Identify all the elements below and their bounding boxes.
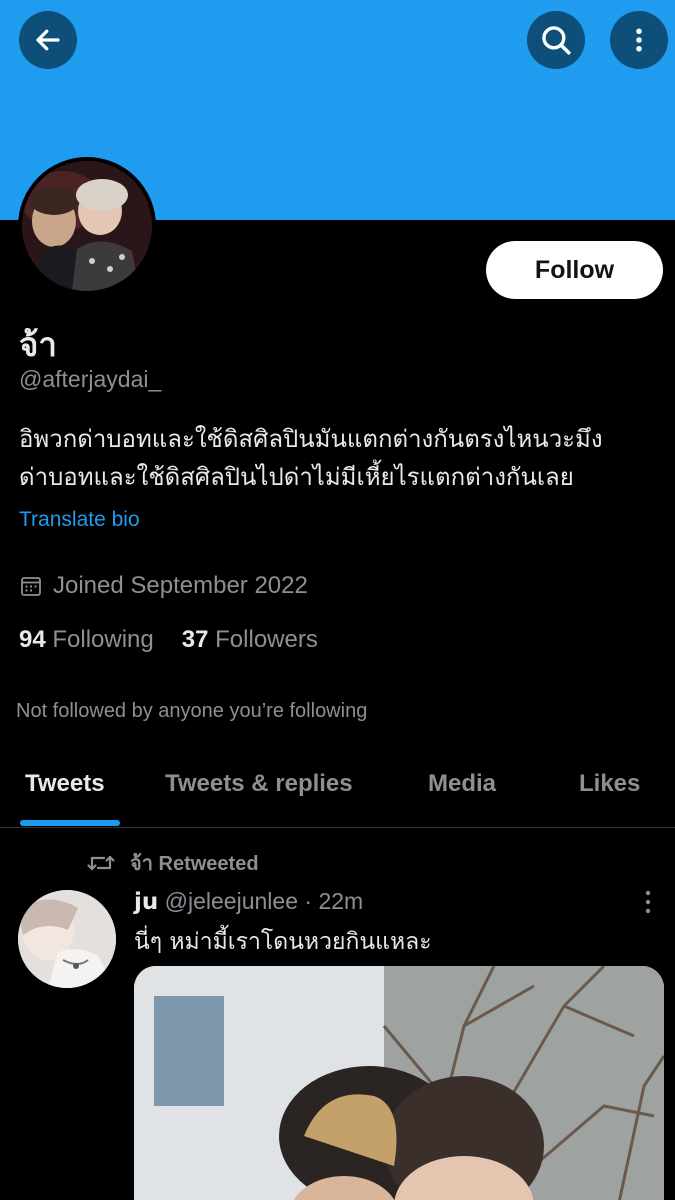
following-label: Following: [52, 626, 154, 653]
calendar-icon: [21, 577, 41, 596]
search-icon: [542, 26, 571, 55]
tweet-media-image[interactable]: [134, 966, 664, 1200]
joined-date: Joined September 2022: [19, 572, 308, 600]
back-button[interactable]: [19, 11, 77, 69]
tweet-time[interactable]: 22m: [318, 888, 363, 914]
tweet-header: ju @jeleejunlee · 22m: [134, 888, 363, 915]
tweet-author-name[interactable]: ju: [134, 889, 158, 915]
tweet-text: นี่ๆ หม่ามี้เราโดนหวยกินแหละ: [134, 929, 432, 955]
more-vertical-icon: [636, 28, 642, 52]
profile-tabs: Tweets Tweets & replies Media Likes: [0, 748, 675, 828]
tweet-avatar-photo: [18, 890, 116, 988]
retweet-icon: [87, 855, 115, 871]
tweet-author-avatar[interactable]: [18, 890, 116, 988]
retweet-context: จ้า Retweeted: [86, 847, 259, 879]
tweet-more-button[interactable]: [638, 888, 658, 916]
tweet-author-handle[interactable]: @jeleejunlee: [165, 888, 298, 914]
follow-button[interactable]: Follow: [486, 241, 663, 299]
following-link[interactable]: 94 Following: [19, 626, 154, 654]
followers-count: 37: [181, 626, 209, 653]
display-name: จ้า: [19, 325, 57, 364]
more-vertical-icon: [645, 890, 651, 914]
tweet-media-photo: [134, 966, 664, 1200]
bio-line: อิพวกด่าบอทและใช้ดิสศิลปินมันแตกต่างกันต…: [19, 425, 603, 453]
joined-text: Joined September 2022: [53, 572, 308, 599]
retweet-label: จ้า Retweeted: [130, 853, 259, 875]
profile-avatar[interactable]: [18, 157, 156, 295]
followers-label: Followers: [215, 626, 318, 653]
tab-media[interactable]: Media: [428, 770, 496, 798]
arrow-left-icon: [36, 29, 60, 51]
active-tab-indicator: [20, 820, 120, 826]
profile-handle: @afterjaydai_: [19, 366, 162, 392]
bio-line: ด่าบอทและใช้ดิสศิลปินไปด่าไม่มีเหี้ยไรแต…: [19, 463, 574, 491]
search-button[interactable]: [527, 11, 585, 69]
tab-tweets-replies[interactable]: Tweets & replies: [165, 770, 353, 798]
followers-link[interactable]: 37 Followers: [182, 626, 318, 654]
tab-tweets[interactable]: Tweets: [25, 770, 105, 798]
profile-bio: อิพวกด่าบอทและใช้ดิสศิลปินมันแตกต่างกันต…: [19, 420, 659, 496]
following-count: 94: [19, 626, 46, 653]
profile-stats: 94 Following 37 Followers: [19, 626, 318, 654]
tab-likes[interactable]: Likes: [579, 770, 640, 798]
tweet-separator: ·: [304, 888, 313, 914]
more-options-button[interactable]: [610, 11, 668, 69]
avatar-photo: [22, 161, 152, 291]
translate-bio-link[interactable]: Translate bio: [19, 508, 140, 532]
not-followed-note: Not followed by anyone you’re following: [16, 700, 368, 722]
